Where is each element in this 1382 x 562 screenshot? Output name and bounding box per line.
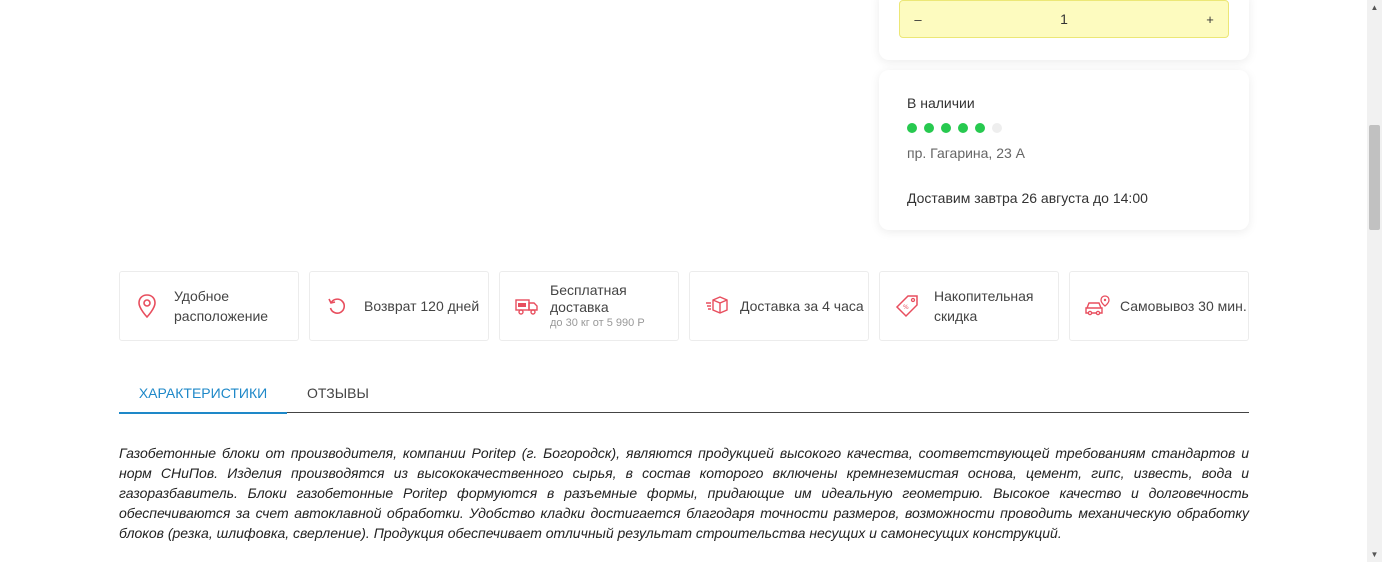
stock-status: В наличии bbox=[907, 95, 975, 111]
quantity-card: – 1 + bbox=[879, 0, 1249, 60]
feature-free-delivery: Бесплатная доставка до 30 кг от 5 990 Р bbox=[499, 271, 679, 341]
scroll-up-icon[interactable]: ▲ bbox=[1367, 0, 1382, 15]
feature-label: Бесплатная доставка до 30 кг от 5 990 Р bbox=[550, 282, 645, 329]
feature-discount: % Накопительная скидка bbox=[879, 271, 1059, 341]
box-delivery-icon bbox=[702, 291, 732, 321]
stock-dot-empty bbox=[992, 123, 1002, 133]
product-description: Газобетонные блоки от производителя, ком… bbox=[119, 445, 1249, 541]
feature-return: Возврат 120 дней bbox=[309, 271, 489, 341]
return-icon bbox=[322, 291, 352, 321]
scroll-down-icon[interactable]: ▼ bbox=[1367, 547, 1382, 562]
increase-button[interactable]: + bbox=[1192, 12, 1228, 27]
car-pickup-icon bbox=[1082, 291, 1112, 321]
quantity-value[interactable]: 1 bbox=[936, 11, 1192, 27]
stock-dot-filled bbox=[907, 123, 917, 133]
features-row: Удобное расположение Возврат 120 дней Бе… bbox=[119, 271, 1249, 341]
quantity-stepper[interactable]: – 1 + bbox=[899, 0, 1229, 38]
scroll-thumb[interactable] bbox=[1369, 125, 1380, 230]
page-scrollbar[interactable]: ▲ ▼ bbox=[1367, 0, 1382, 562]
decrease-button[interactable]: – bbox=[900, 12, 936, 27]
tab-reviews[interactable]: Отзывы bbox=[307, 385, 369, 401]
product-tabs: Характеристики Отзывы bbox=[119, 372, 1249, 414]
stock-dot-filled bbox=[975, 123, 985, 133]
feature-label: Накопительная скидка bbox=[934, 288, 1034, 324]
store-address: пр. Гагарина, 23 А bbox=[907, 145, 1026, 161]
free-delivery-truck-icon bbox=[512, 291, 542, 321]
feature-label: Доставка за 4 часа bbox=[740, 298, 864, 314]
stock-dot-filled bbox=[924, 123, 934, 133]
feature-label: Самовывоз 30 мин. bbox=[1120, 298, 1247, 314]
stock-dot-filled bbox=[941, 123, 951, 133]
svg-text:%: % bbox=[903, 304, 909, 311]
tab-characteristics[interactable]: Характеристики bbox=[119, 385, 287, 414]
stock-dot-filled bbox=[958, 123, 968, 133]
delivery-date: Доставим завтра 26 августа до 14:00 bbox=[907, 190, 1148, 206]
feature-fast-delivery: Доставка за 4 часа bbox=[689, 271, 869, 341]
feature-sublabel: до 30 кг от 5 990 Р bbox=[550, 317, 645, 329]
stock-level-indicator bbox=[907, 123, 1002, 133]
discount-tag-icon: % bbox=[892, 291, 922, 321]
feature-label: Возврат 120 дней bbox=[364, 298, 480, 314]
feature-label: Удобное расположение bbox=[174, 288, 269, 324]
feature-pickup: Самовывоз 30 мин. bbox=[1069, 271, 1249, 341]
feature-location: Удобное расположение bbox=[119, 271, 299, 341]
location-pin-icon bbox=[132, 291, 162, 321]
stock-card: В наличии пр. Гагарина, 23 А Доставим за… bbox=[879, 70, 1249, 230]
